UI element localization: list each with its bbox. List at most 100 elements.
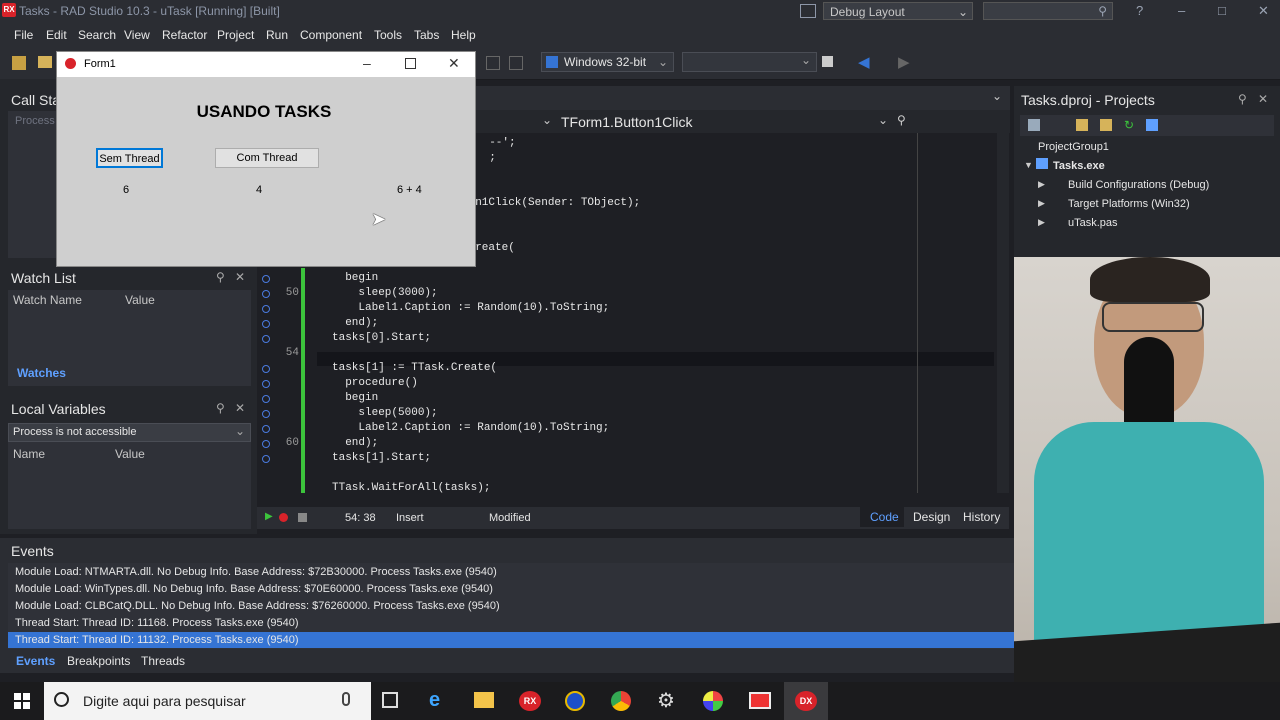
event-line[interactable]: Thread Start: Thread ID: 11168. Process … [15,617,299,629]
maximize-button[interactable]: □ [1218,3,1226,18]
device-icon[interactable] [822,56,833,67]
microphone-icon[interactable] [342,692,350,706]
breakpoint-marker[interactable] [262,335,270,343]
new-item-icon[interactable] [12,56,26,70]
tab-code[interactable]: Code [870,510,899,524]
edge-icon[interactable]: e [429,689,440,712]
close-button[interactable]: ✕ [1258,3,1269,19]
forward-arrow-icon[interactable]: ▶ [898,53,910,71]
search-icon[interactable]: ⚲ [897,113,906,127]
windows-start-icon[interactable] [14,693,30,709]
tree-tasks-exe[interactable]: Tasks.exe [1053,160,1105,172]
form1-window[interactable]: Form1 – ✕ USANDO TASKS Sem Thread Com Th… [56,51,476,267]
form-minimize-button[interactable]: – [363,55,371,71]
process-select[interactable]: Process is not accessible ⌄ [8,423,251,442]
run-icon[interactable]: ▶ [265,511,273,522]
layout-select[interactable]: Debug Layout ⌄ [823,2,973,20]
build-config-select[interactable]: ⌄ [682,52,817,72]
breakpoint-marker[interactable] [262,410,270,418]
menu-file[interactable]: File [14,28,33,42]
tab-breakpoints[interactable]: Breakpoints [67,654,130,668]
event-line[interactable]: Module Load: WinTypes.dll. No Debug Info… [15,583,493,595]
tab-history[interactable]: History [963,510,1000,524]
tab-design[interactable]: Design [913,510,950,524]
pin-icon[interactable]: ⚲ [216,401,225,415]
pin-icon[interactable]: ⚲ [1238,92,1247,106]
delphi-app-icon[interactable]: DX [795,691,817,711]
tab-watches[interactable]: Watches [17,366,66,380]
tree-utask-pas[interactable]: uTask.pas [1068,217,1118,229]
pin-icon[interactable]: ⚲ [216,270,225,284]
event-line[interactable]: Module Load: CLBCatQ.DLL. No Debug Info.… [15,600,500,612]
menu-tools[interactable]: Tools [374,28,402,42]
task-view-icon[interactable] [382,692,398,708]
menu-refactor[interactable]: Refactor [162,28,207,42]
breakpoint-marker[interactable] [262,305,270,313]
menu-tabs[interactable]: Tabs [414,28,439,42]
copy-icon[interactable] [486,56,500,70]
back-arrow-icon[interactable]: ◀ [858,53,870,71]
close-icon[interactable]: ✕ [235,401,245,415]
add-icon[interactable] [1076,119,1088,131]
breakpoint-marker[interactable] [262,320,270,328]
rad-studio-taskbar-icon[interactable]: RX [519,691,541,711]
form-maximize-button[interactable] [405,58,416,69]
tab-events[interactable]: Events [16,654,55,668]
breakpoint-marker[interactable] [262,395,270,403]
settings-gear-icon[interactable]: ⚙ [657,688,675,713]
screen-recorder-icon[interactable] [703,691,723,711]
options-icon[interactable] [1146,119,1158,131]
open-folder-icon[interactable] [38,56,52,68]
close-icon[interactable]: ✕ [1258,92,1268,106]
paste-icon[interactable] [509,56,523,70]
breakpoint-marker[interactable] [262,425,270,433]
method-select[interactable]: TForm1.Button1Click [561,114,692,130]
sync-icon[interactable]: ↻ [1124,118,1134,132]
breakpoint-marker[interactable] [262,455,270,463]
tree-target-platforms[interactable]: Target Platforms (Win32) [1068,198,1190,210]
breakpoint-marker[interactable] [262,440,270,448]
chevron-right-icon[interactable]: ▶ [1038,179,1045,190]
chevron-right-icon[interactable]: ▶ [1038,198,1045,209]
chevron-down-icon[interactable]: ▼ [1024,160,1034,170]
form-close-button[interactable]: ✕ [448,55,460,72]
tree-build-configs[interactable]: Build Configurations (Debug) [1068,179,1209,191]
form1-titlebar[interactable]: Form1 – ✕ [57,52,475,77]
close-icon[interactable]: ✕ [235,270,245,284]
vertical-scrollbar[interactable] [997,133,1009,493]
record-icon[interactable] [279,513,288,522]
name-header[interactable]: Name [13,447,45,461]
value-header[interactable]: Value [115,447,145,461]
desktop-icon[interactable] [800,4,816,18]
help-icon[interactable]: ? [1136,3,1143,18]
menu-project[interactable]: Project [217,28,254,42]
chrome-icon[interactable] [611,691,631,711]
com-thread-button[interactable]: Com Thread [215,148,319,168]
tree-project-group[interactable]: ProjectGroup1 [1038,141,1109,153]
minimize-button[interactable]: – [1178,3,1185,18]
chevron-down-icon[interactable]: ⌄ [992,89,1002,103]
build-icon[interactable] [1028,119,1040,131]
breakpoint-marker[interactable] [262,290,270,298]
menu-view[interactable]: View [124,28,150,42]
chevron-down-icon[interactable]: ⌄ [542,113,552,127]
watch-name-header[interactable]: Watch Name [13,293,82,307]
event-line[interactable]: Module Load: NTMARTA.dll. No Debug Info.… [15,566,497,578]
chevron-down-icon[interactable]: ⌄ [878,113,888,127]
breakpoint-marker[interactable] [262,380,270,388]
target-platform-select[interactable]: Windows 32-bit ⌄ [541,52,674,72]
app-icon[interactable] [565,691,585,711]
breakpoint-marker[interactable] [262,275,270,283]
folder-icon[interactable] [1100,119,1112,131]
watch-value-header[interactable]: Value [125,293,155,307]
ide-search-input[interactable]: ⚲ [983,2,1113,20]
chevron-right-icon[interactable]: ▶ [1038,217,1045,228]
menu-edit[interactable]: Edit [46,28,67,42]
file-explorer-icon[interactable] [474,692,494,708]
media-icon[interactable] [749,692,771,709]
menu-search[interactable]: Search [78,28,116,42]
stop-icon[interactable] [298,513,307,522]
breakpoint-marker[interactable] [262,365,270,373]
tab-threads[interactable]: Threads [141,654,185,668]
event-line-selected[interactable]: Thread Start: Thread ID: 11132. Process … [15,634,299,646]
